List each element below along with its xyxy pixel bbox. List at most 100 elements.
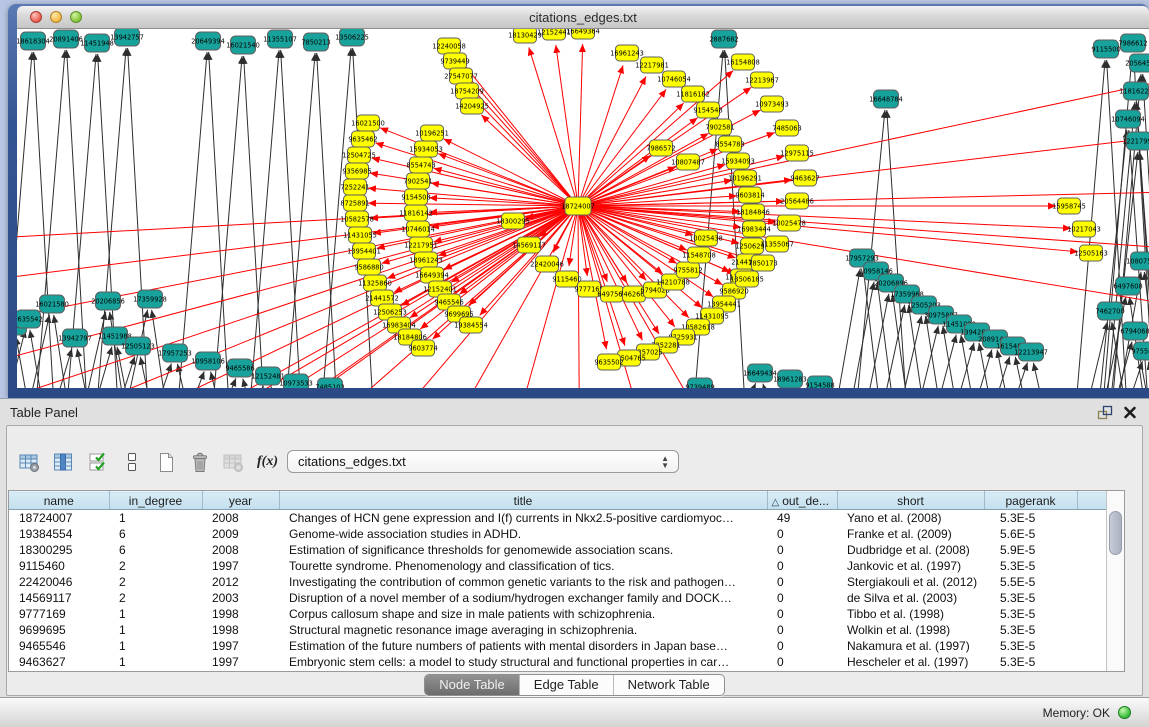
close-window-icon[interactable] (30, 11, 42, 23)
graph-node[interactable]: 11431055 (343, 227, 377, 243)
cell-title[interactable]: Tourette syndrome. Phenomenology and cla… (279, 558, 767, 574)
scrollbar-thumb[interactable] (1109, 511, 1122, 555)
cell-out_degree[interactable]: 0 (767, 542, 837, 558)
cell-year[interactable]: 2012 (202, 574, 279, 590)
cell-name[interactable]: 9463627 (9, 654, 109, 670)
graph-node[interactable]: 7902581 (705, 119, 734, 135)
cell-year[interactable]: 1997 (202, 558, 279, 574)
table-row[interactable]: 1830029562008Estimation of significance … (9, 542, 1107, 558)
window-titlebar[interactable]: citations_edges.txt (17, 6, 1149, 29)
graph-node[interactable]: 11816222 (1119, 82, 1149, 100)
graph-node[interactable]: 18961243 (409, 252, 443, 268)
cell-title[interactable]: Estimation of the future numbers of pati… (279, 638, 767, 654)
citation-network-graph[interactable]: 1861830420891406114519481394275720649394… (17, 29, 1149, 388)
cell-title[interactable]: Disruption of a novel member of a sodium… (279, 590, 767, 606)
cell-pagerank[interactable]: 5.3E-5 (984, 654, 1077, 670)
graph-node[interactable]: 18754209 (450, 83, 484, 99)
cell-out_degree[interactable]: 0 (767, 654, 837, 670)
graph-node[interactable]: 7485103 (315, 378, 344, 388)
tab-edge-table[interactable]: Edge Table (519, 675, 613, 695)
cell-out_degree[interactable]: 0 (767, 590, 837, 606)
graph-node[interactable]: 20891406 (49, 30, 83, 48)
graph-node[interactable]: 13506225 (335, 29, 369, 46)
cell-pagerank[interactable]: 5.5E-5 (984, 574, 1077, 590)
graph-node[interactable]: 16961243 (610, 45, 644, 61)
graph-node[interactable]: 10973493 (755, 96, 789, 112)
new-document-icon[interactable] (155, 452, 176, 473)
column-header-out_de[interactable]: △out_de... (767, 492, 837, 510)
graph-node[interactable]: 7252241 (340, 179, 369, 195)
column-header-in_degree[interactable]: in_degree (109, 492, 202, 510)
table-row[interactable]: 977716911998Corpus callosum shape and si… (9, 606, 1107, 622)
graph-node[interactable]: 16021540 (226, 36, 260, 54)
graph-node[interactable]: 12213967 (745, 72, 779, 88)
cell-pagerank[interactable]: 5.3E-5 (984, 590, 1077, 606)
cell-out_degree[interactable]: 49 (767, 510, 837, 527)
graph-node[interactable]: 9635502 (594, 354, 623, 370)
zoom-window-icon[interactable] (70, 11, 82, 23)
table-settings-icon[interactable] (19, 452, 40, 473)
graph-node[interactable]: 17359928 (133, 290, 167, 308)
cell-in_degree[interactable]: 2 (109, 558, 202, 574)
graph-node[interactable]: 7485063 (772, 120, 801, 136)
cell-short[interactable]: Jankovic et al. (1997) (837, 558, 984, 574)
node-table[interactable]: namein_degreeyeartitle△out_de...shortpag… (9, 491, 1107, 670)
graph-node[interactable]: 11325860 (358, 275, 392, 291)
column-header-pagerank[interactable]: pagerank (984, 492, 1077, 510)
graph-node[interactable]: 15958745 (1052, 198, 1086, 214)
graph-node[interactable]: 9635542 (17, 310, 43, 328)
cell-in_degree[interactable]: 6 (109, 526, 202, 542)
cell-short[interactable]: Franke et al. (2009) (837, 526, 984, 542)
graph-node[interactable]: 10217043 (1067, 221, 1101, 237)
column-header-short[interactable]: short (837, 492, 984, 510)
graph-node[interactable]: 9154508 (401, 189, 430, 205)
cell-pagerank[interactable]: 5.3E-5 (984, 510, 1077, 527)
graph-node[interactable]: 20649394 (191, 32, 225, 50)
cell-short[interactable]: Nakamura et al. (1997) (837, 638, 984, 654)
graph-node[interactable]: 16649434 (743, 364, 777, 382)
graph-node[interactable]: 9739449 (440, 53, 469, 69)
cell-year[interactable]: 2009 (202, 526, 279, 542)
cell-short[interactable]: Tibbo et al. (1998) (837, 606, 984, 622)
cell-title[interactable]: Changes of HCN gene expression and I(f) … (279, 510, 767, 527)
column-header-year[interactable]: year (202, 492, 279, 510)
cell-short[interactable]: Stergiakouli et al. (2012) (837, 574, 984, 590)
cell-year[interactable]: 1998 (202, 606, 279, 622)
graph-node[interactable]: 6794068 (1120, 322, 1149, 340)
graph-node[interactable]: 10807527 (1126, 252, 1149, 270)
cell-in_degree[interactable]: 1 (109, 606, 202, 622)
cell-name[interactable]: 18300295 (9, 542, 109, 558)
table-row[interactable]: 946362711997Embryonic stem cells: a mode… (9, 654, 1107, 670)
cell-in_degree[interactable]: 1 (109, 622, 202, 638)
minimize-window-icon[interactable] (50, 11, 62, 23)
cell-out_degree[interactable]: 0 (767, 638, 837, 654)
cell-name[interactable]: 22420046 (9, 574, 109, 590)
graph-node[interactable]: 7850173 (748, 255, 777, 271)
graph-node[interactable]: 8725891 (340, 195, 369, 211)
graph-node[interactable]: 20564486 (780, 193, 814, 209)
graph-node[interactable]: 20564526 (1125, 54, 1149, 72)
cell-out_degree[interactable]: 0 (767, 526, 837, 542)
graph-node[interactable]: 7986572 (646, 140, 675, 156)
graph-node[interactable]: 10025478 (772, 215, 806, 231)
graph-node[interactable]: 9115500 (1091, 40, 1120, 58)
graph-node[interactable]: 22420046 (530, 256, 564, 272)
table-row[interactable]: 946554611997Estimation of the future num… (9, 638, 1107, 654)
graph-node[interactable]: 11355107 (263, 30, 297, 48)
table-row[interactable]: 1872400712008Changes of HCN gene express… (9, 510, 1107, 527)
graph-node[interactable]: 9755812 (673, 262, 702, 278)
graph-node[interactable]: 11816182 (676, 86, 710, 102)
table-header-row[interactable]: namein_degreeyeartitle△out_de...shortpag… (9, 492, 1107, 510)
graph-node[interactable]: 10973533 (279, 374, 313, 388)
cell-short[interactable]: de Silva et al. (2003) (837, 590, 984, 606)
cell-pagerank[interactable]: 5.3E-5 (984, 606, 1077, 622)
graph-node[interactable]: 12505163 (1074, 245, 1108, 261)
graph-node[interactable]: 16648784 (869, 90, 903, 108)
graph-node[interactable]: 12240058 (432, 38, 466, 54)
function-icon[interactable]: f(x) (257, 452, 278, 473)
float-window-icon[interactable] (1097, 405, 1113, 420)
table-row[interactable]: 911546021997Tourette syndrome. Phenomeno… (9, 558, 1107, 574)
network-canvas[interactable]: 1861830420891406114519481394275720649394… (17, 29, 1149, 388)
graph-node[interactable]: 7462700 (1095, 302, 1124, 320)
delete-trash-icon[interactable] (189, 452, 210, 473)
